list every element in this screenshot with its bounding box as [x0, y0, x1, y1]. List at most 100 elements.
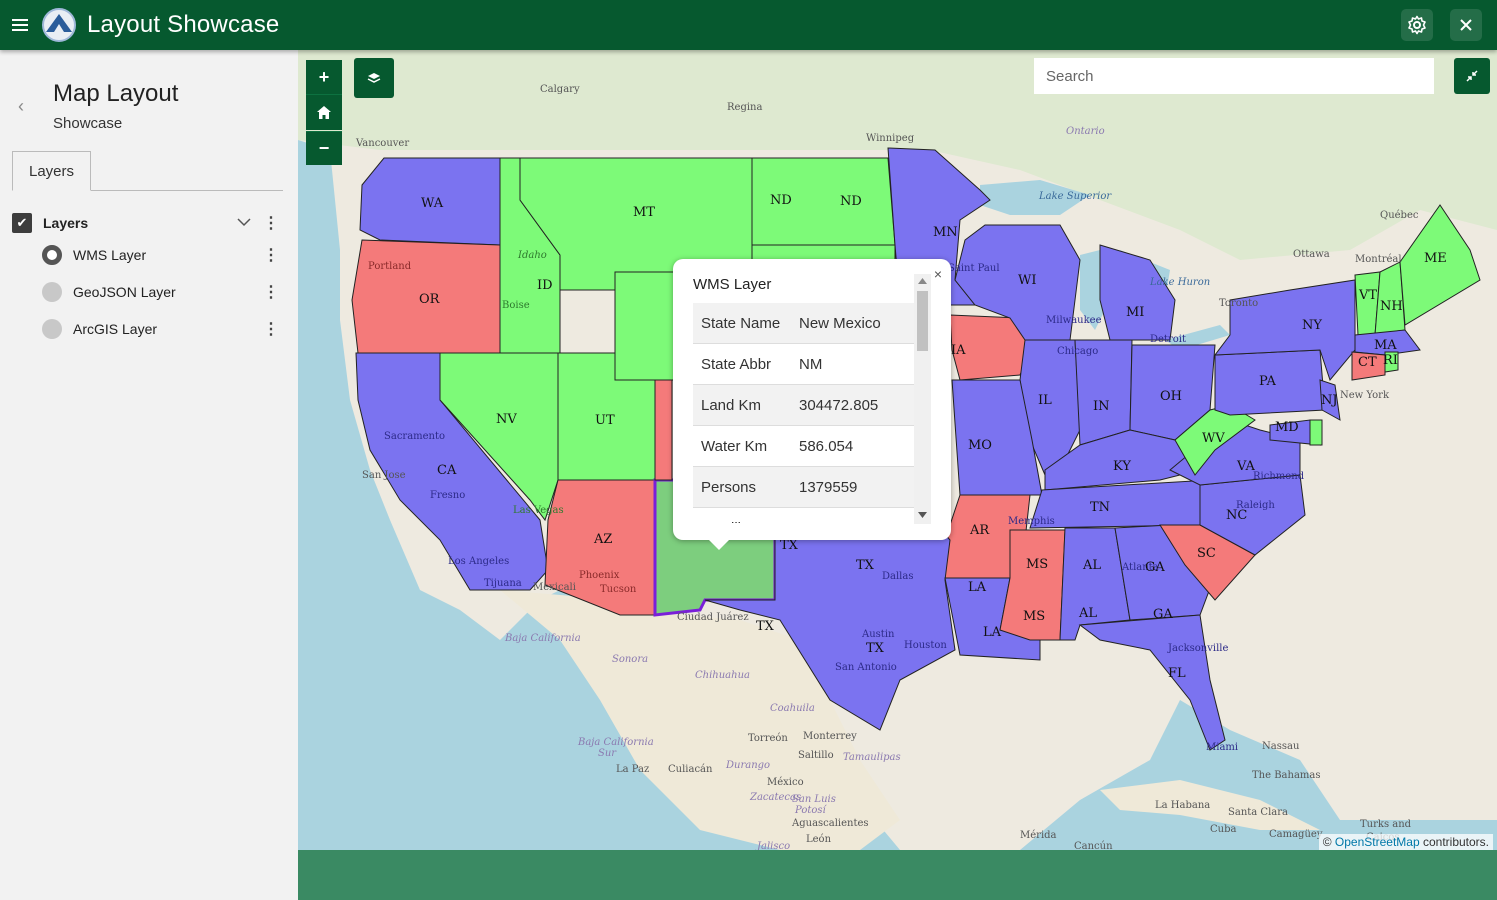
svg-text:Baja California: Baja California: [577, 737, 654, 748]
attr-key: Persons: [701, 478, 757, 496]
zoom-out-button[interactable]: −: [306, 131, 342, 165]
layer-radio-arcgis[interactable]: [42, 319, 62, 339]
svg-text:Nassau: Nassau: [1262, 741, 1300, 752]
svg-text:Durango: Durango: [725, 760, 770, 771]
collapse-arrows-icon: [1466, 70, 1478, 82]
layer-item-arcgis[interactable]: ArcGIS Layer ⋮: [12, 314, 283, 344]
settings-button[interactable]: [1401, 9, 1433, 41]
svg-text:Saint Paul: Saint Paul: [948, 263, 1000, 274]
state-de[interactable]: [1309, 419, 1323, 446]
svg-text:Tijuana: Tijuana: [484, 578, 522, 589]
svg-text:La Habana: La Habana: [1155, 800, 1210, 811]
layer-item-geojson[interactable]: GeoJSON Layer ⋮: [12, 277, 283, 307]
svg-text:ME: ME: [1424, 251, 1447, 266]
svg-text:UT: UT: [595, 413, 615, 428]
svg-text:MI: MI: [1126, 305, 1144, 320]
svg-text:PA: PA: [1259, 374, 1277, 389]
svg-text:Chihuahua: Chihuahua: [695, 670, 750, 681]
svg-text:KY: KY: [1113, 459, 1131, 474]
layer-item-wms[interactable]: WMS Layer ⋮: [12, 240, 283, 270]
layer-group-more-icon[interactable]: ⋮: [263, 213, 279, 233]
map-attribution: © OpenStreetMap contributors.: [1318, 834, 1493, 850]
attribution-suffix: contributors.: [1422, 835, 1489, 849]
popup-scrollbar[interactable]: [914, 274, 931, 524]
attr-key: Land Km: [701, 396, 762, 414]
svg-text:Miami: Miami: [1206, 742, 1238, 753]
svg-text:Los Angeles: Los Angeles: [448, 556, 509, 567]
layer-label: ArcGIS Layer: [73, 321, 158, 337]
svg-text:Houston: Houston: [904, 640, 947, 651]
svg-text:Sonora: Sonora: [612, 654, 648, 665]
svg-text:The Bahamas: The Bahamas: [1252, 770, 1321, 781]
scroll-up-icon[interactable]: [918, 278, 927, 284]
svg-text:Mérida: Mérida: [1020, 830, 1057, 841]
svg-text:NC: NC: [1226, 508, 1247, 523]
osm-link[interactable]: OpenStreetMap: [1335, 835, 1420, 849]
svg-text:Winnipeg: Winnipeg: [866, 133, 915, 144]
svg-text:MA: MA: [1374, 338, 1397, 353]
fullscreen-toggle-button[interactable]: [1454, 58, 1490, 94]
layer-more-icon[interactable]: ⋮: [263, 245, 279, 265]
gear-icon: [1408, 15, 1426, 35]
svg-text:NY: NY: [1302, 318, 1322, 333]
zoom-in-button[interactable]: +: [306, 60, 342, 94]
popup-close-button[interactable]: ×: [934, 266, 942, 282]
svg-text:WI: WI: [1018, 273, 1037, 288]
svg-text:La Paz: La Paz: [616, 764, 649, 775]
layer-more-icon[interactable]: ⋮: [263, 282, 279, 302]
svg-text:AR: AR: [969, 523, 990, 538]
app-header: Layout Showcase: [0, 0, 1497, 50]
close-app-button[interactable]: [1450, 9, 1482, 41]
sidebar-subtitle: Showcase: [53, 115, 123, 132]
svg-text:Camagüey: Camagüey: [1269, 829, 1323, 840]
table-row: Land Km 304472.805: [693, 385, 915, 426]
layer-radio-geojson[interactable]: [42, 282, 62, 302]
svg-text:Cuba: Cuba: [1210, 824, 1236, 835]
svg-text:TX: TX: [756, 619, 775, 634]
scroll-down-icon[interactable]: [918, 512, 927, 518]
app-title: Layout Showcase: [87, 11, 280, 38]
svg-text:MD: MD: [1275, 420, 1299, 435]
close-icon: [1460, 19, 1472, 31]
layer-label: GeoJSON Layer: [73, 284, 176, 300]
svg-text:ND: ND: [840, 194, 862, 209]
svg-text:OR: OR: [419, 292, 441, 307]
collapse-chevron-icon[interactable]: ‹: [18, 96, 24, 117]
svg-text:OH: OH: [1160, 389, 1182, 404]
state-co[interactable]: [654, 379, 673, 481]
svg-text:Phoenix: Phoenix: [579, 570, 620, 581]
home-button[interactable]: [306, 94, 342, 130]
attr-key: State Abbr: [701, 355, 772, 373]
svg-text:IA: IA: [951, 343, 966, 358]
svg-text:Tucson: Tucson: [600, 584, 637, 595]
chevron-down-icon[interactable]: [237, 218, 251, 227]
svg-text:San Jose: San Jose: [362, 470, 406, 481]
layer-more-icon[interactable]: ⋮: [263, 319, 279, 339]
svg-text:ID: ID: [537, 278, 553, 293]
svg-text:Calgary: Calgary: [540, 84, 580, 95]
attr-value: 304472.805: [799, 396, 879, 414]
tab-layers[interactable]: Layers: [12, 151, 91, 191]
svg-text:AL: AL: [1082, 558, 1101, 573]
popup-title: WMS Layer: [693, 276, 772, 293]
hamburger-menu-button[interactable]: [0, 0, 40, 50]
layer-radio-wms[interactable]: [42, 245, 62, 265]
attribution-prefix: ©: [1322, 835, 1332, 849]
svg-text:CT: CT: [1358, 355, 1377, 370]
svg-text:Coahuila: Coahuila: [770, 703, 815, 714]
svg-text:Lake Superior: Lake Superior: [1038, 191, 1112, 202]
search-input[interactable]: [1034, 58, 1434, 94]
svg-text:TX: TX: [856, 558, 875, 573]
svg-text:IN: IN: [1093, 399, 1110, 414]
attr-key: State Name: [701, 314, 781, 332]
svg-text:AZ: AZ: [593, 532, 612, 547]
layer-switcher-button[interactable]: [354, 58, 394, 98]
svg-text:Cancún: Cancún: [1074, 841, 1113, 850]
svg-text:Tamaulipas: Tamaulipas: [843, 752, 901, 763]
svg-text:WV: WV: [1202, 431, 1225, 446]
scrollbar-thumb[interactable]: [917, 291, 928, 351]
layer-group-checkbox[interactable]: ✔: [12, 213, 32, 233]
svg-text:Milwaukee: Milwaukee: [1046, 315, 1102, 326]
layer-group-label: Layers: [43, 215, 89, 231]
svg-text:Ciudad Juárez: Ciudad Juárez: [677, 612, 749, 623]
